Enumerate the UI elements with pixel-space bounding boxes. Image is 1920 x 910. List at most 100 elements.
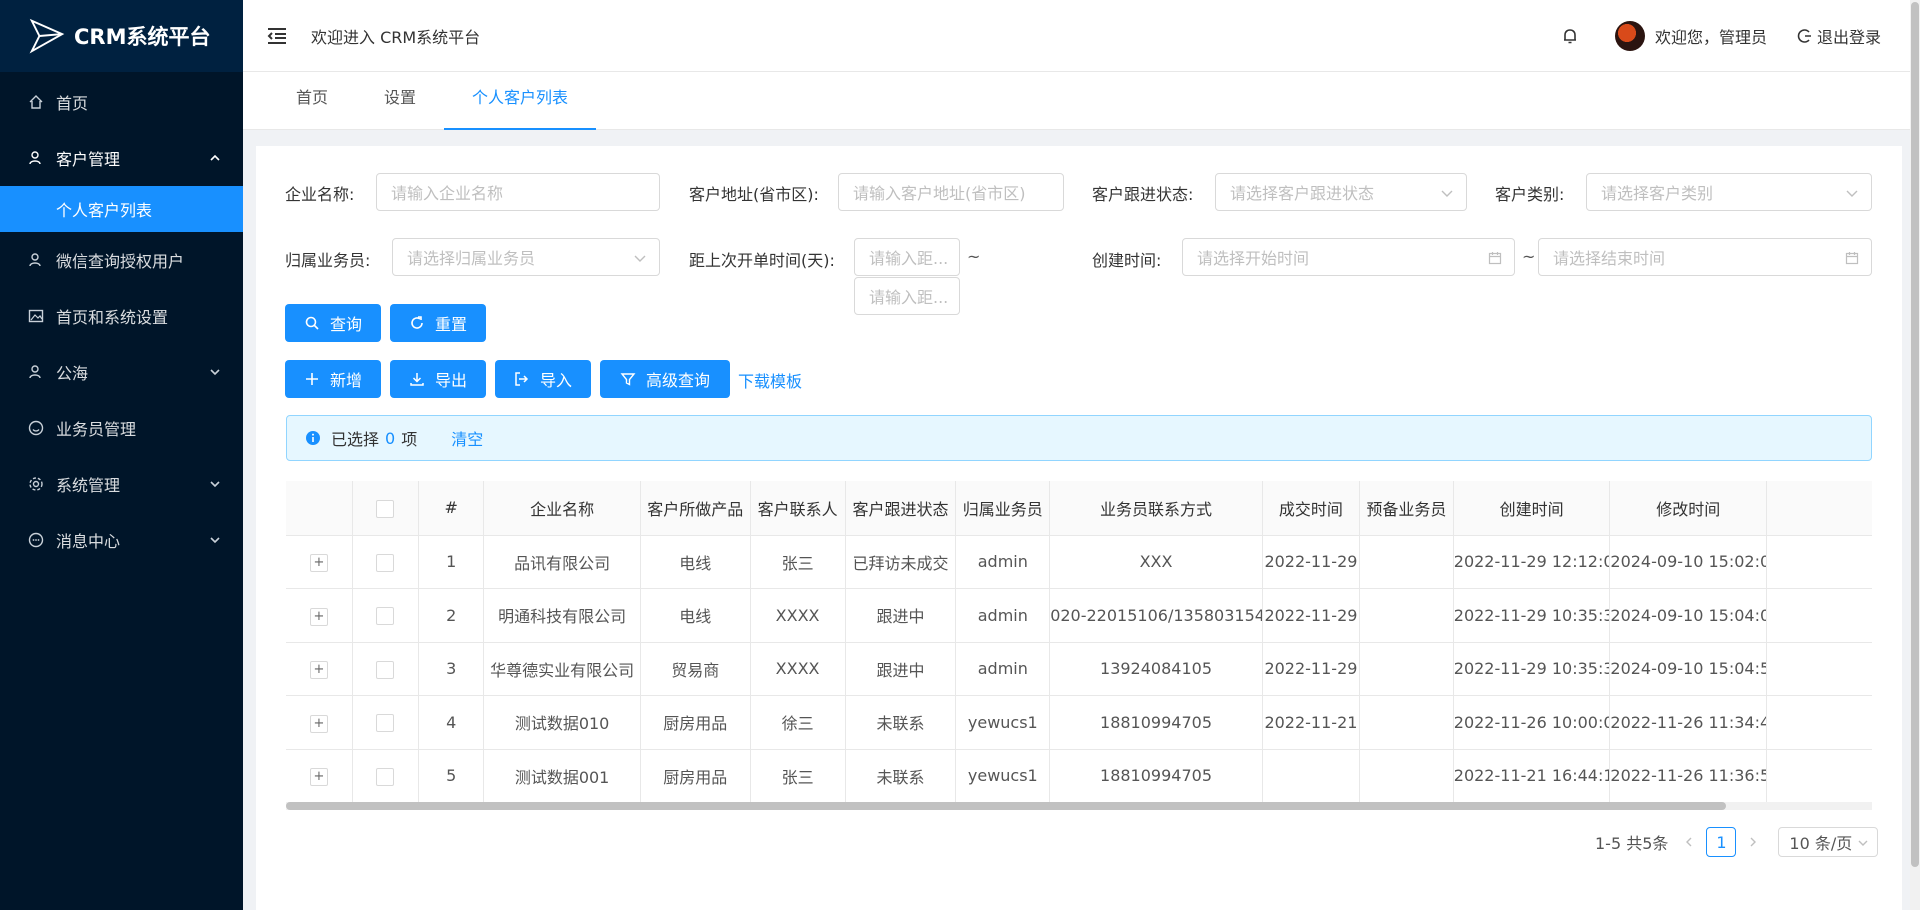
pagination-summary: 1-5 共5条 (1595, 834, 1669, 853)
expand-cell: + (286, 749, 353, 803)
info-icon (306, 431, 320, 445)
expand-cell: + (286, 642, 353, 696)
chevron-right-icon[interactable] (1746, 835, 1760, 849)
tab-bar: 首页 设置 个人客户列表 (243, 72, 1913, 130)
table-cell-overflow (1766, 695, 1872, 750)
table-cell: 2022-11-29 (1262, 642, 1361, 696)
expand-row-button[interactable]: + (309, 714, 328, 733)
horizontal-scrollbar-thumb[interactable] (286, 802, 1726, 810)
user-icon (28, 150, 44, 166)
sidebar-item-home[interactable]: 首页 (0, 74, 243, 130)
column-header: 成交时间 (1262, 481, 1361, 536)
sidebar-item-label: 客户管理 (56, 150, 121, 169)
import-button[interactable]: 导入 (495, 360, 591, 398)
column-header: 客户所做产品 (640, 481, 751, 536)
reset-button[interactable]: 重置 (390, 304, 486, 342)
tab-settings[interactable]: 设置 (356, 72, 444, 130)
bell-icon[interactable] (1561, 27, 1579, 45)
row-checkbox[interactable] (376, 660, 395, 679)
query-button[interactable]: 查询 (285, 304, 381, 342)
column-header: 业务员联系方式 (1049, 481, 1263, 536)
salesman-placeholder: 请选择归属业务员 (407, 249, 536, 268)
export-button[interactable]: 导出 (390, 360, 486, 398)
table-cell: 2022-11-21 16:44:13 (1453, 749, 1611, 803)
row-checkbox[interactable] (376, 714, 395, 732)
follow-status-placeholder: 请选择客户跟进状态 (1230, 184, 1375, 203)
table-row[interactable]: +2 明通科技有限公司 电线 XXXX 跟进中 admin 020-22015106/135… (286, 588, 1872, 643)
last-order-days-max-input[interactable]: 请输入距... (854, 277, 960, 315)
sidebar-item-message-center[interactable]: 消息中心 (0, 512, 243, 568)
expand-row-button[interactable]: + (309, 768, 328, 787)
chevron-down-icon (1846, 190, 1858, 197)
table-cell: 贸易商 (640, 642, 751, 696)
row-checkbox[interactable] (376, 767, 395, 786)
advanced-query-button[interactable]: 高级查询 (600, 360, 730, 398)
select-all-checkbox[interactable] (376, 499, 395, 518)
table-row[interactable]: +4 测试数据010 厨房用品 徐三 未联系 yewucs1 18810994705 2022… (286, 695, 1872, 750)
customer-category-label: 客户类别: (1495, 185, 1565, 204)
expand-row-button[interactable]: + (309, 661, 328, 680)
vertical-scrollbar[interactable] (1910, 0, 1920, 910)
gear-icon (28, 476, 44, 492)
page-size-value: 10 条/页 (1789, 834, 1853, 853)
sidebar-item-customer-management[interactable]: 客户管理 (0, 130, 243, 186)
vertical-scrollbar-thumb[interactable] (1911, 2, 1919, 867)
table-cell-overflow (1766, 535, 1872, 589)
logo[interactable]: CRM系统平台 (0, 0, 243, 72)
created-start-date-picker[interactable]: 请选择开始时间 (1182, 238, 1515, 276)
row-checkbox-cell (352, 749, 420, 803)
customer-category-placeholder: 请选择客户类别 (1601, 184, 1714, 203)
salesman-select[interactable]: 请选择归属业务员 (392, 238, 660, 276)
avatar[interactable] (1614, 21, 1645, 51)
table-row[interactable]: +1 品讯有限公司 电线 张三 已拜访未成交 admin XXX 2022-11-29 2022… (286, 535, 1872, 589)
column-header: 客户跟进状态 (845, 481, 957, 536)
sidebar-item-label: 系统管理 (56, 476, 121, 495)
customer-category-select[interactable]: 请选择客户类别 (1586, 173, 1872, 211)
sidebar-item-public-pool[interactable]: 公海 (0, 344, 243, 400)
follow-status-select[interactable]: 请选择客户跟进状态 (1215, 173, 1467, 211)
table-cell: 徐三 (750, 695, 846, 750)
customer-address-input[interactable]: 请输入客户地址(省市区) (838, 173, 1064, 211)
add-button[interactable]: 新增 (285, 360, 381, 398)
column-header: 客户联系人 (750, 481, 846, 536)
smile-icon (28, 420, 44, 436)
created-end-date-picker[interactable]: 请选择结束时间 (1538, 238, 1872, 276)
horizontal-scrollbar[interactable] (286, 802, 1872, 810)
user-greeting[interactable]: 欢迎您，管理员 (1655, 24, 1767, 48)
download-template-link[interactable]: 下载模板 (738, 368, 802, 392)
sidebar-item-salesman-management[interactable]: 业务员管理 (0, 400, 243, 456)
tab-personal-customer-list[interactable]: 个人客户列表 (444, 72, 597, 130)
company-name-input[interactable]: 请输入企业名称 (376, 173, 660, 211)
table-cell: 2022-11-29 10:35:31 (1453, 642, 1611, 696)
page-size-select[interactable]: 10 条/页 (1778, 827, 1879, 857)
menu-fold-icon[interactable] (265, 24, 289, 48)
clear-selection-link[interactable]: 清空 (451, 426, 483, 450)
message-icon (28, 532, 44, 548)
table-row[interactable]: +5 测试数据001 厨房用品 张三 未联系 yewucs1 18810994705 2022… (286, 749, 1872, 803)
logout-button[interactable]: 退出登录 (1797, 24, 1881, 48)
sidebar-item-system-management[interactable]: 系统管理 (0, 456, 243, 512)
row-checkbox[interactable] (376, 607, 395, 625)
table-cell: 1 (418, 535, 485, 589)
expand-row-button[interactable]: + (309, 554, 328, 573)
table-row[interactable]: +3 华尊德实业有限公司 贸易商 XXXX 跟进中 admin 13924084105 202… (286, 642, 1872, 696)
reset-label: 重置 (434, 315, 467, 334)
row-checkbox[interactable] (376, 553, 395, 572)
expand-row-button[interactable]: + (309, 607, 328, 626)
sidebar-item-personal-customer-list[interactable]: 个人客户列表 (0, 186, 243, 232)
chevron-left-icon[interactable] (1682, 835, 1696, 849)
row-checkbox-cell (352, 642, 420, 696)
last-order-days-min-input[interactable]: 请输入距... (854, 238, 960, 276)
table-cell (1359, 588, 1454, 643)
table-header-row: # 企业名称 客户所做产品 客户联系人 客户跟进状态 归属业务员 业务员联系方式… (286, 481, 1872, 536)
tab-home[interactable]: 首页 (268, 72, 356, 130)
column-header: 修改时间 (1609, 481, 1768, 536)
table-cell: 2024-09-10 15:04:07 (1609, 588, 1768, 643)
table-cell: admin (955, 588, 1051, 643)
sidebar-item-home-system-settings[interactable]: 首页和系统设置 (0, 288, 243, 344)
sidebar-item-wechat-auth-users[interactable]: 微信查询授权用户 (0, 232, 243, 288)
page-1-button[interactable]: 1 (1706, 827, 1737, 857)
column-header-overflow (1766, 481, 1872, 536)
table-cell: 跟进中 (845, 642, 957, 696)
column-header: # (418, 481, 485, 536)
